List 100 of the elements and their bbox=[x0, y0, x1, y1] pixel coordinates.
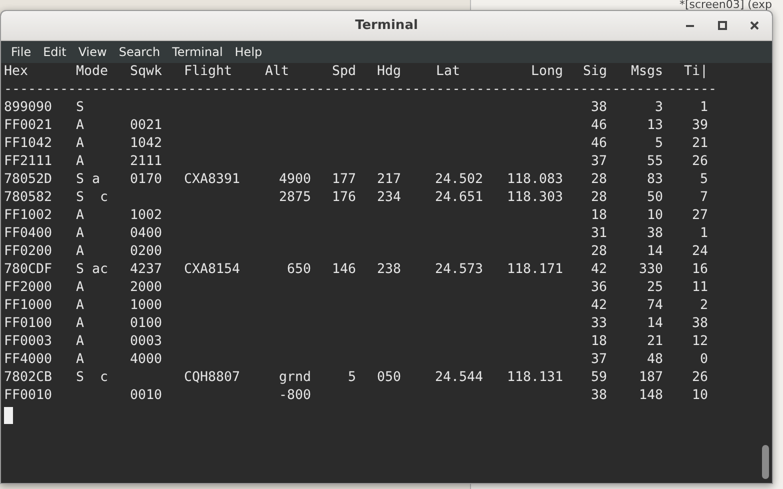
table-cell-text: S c bbox=[76, 369, 110, 387]
table-cell-text: 234 bbox=[376, 189, 401, 207]
menu-item[interactable]: Search bbox=[112, 45, 166, 59]
background-window-title: *[screen03] (exp bbox=[679, 0, 772, 10]
menu-item[interactable]: Terminal bbox=[166, 45, 229, 59]
column-header: Flight bbox=[184, 63, 234, 81]
menu-item[interactable]: View bbox=[72, 45, 113, 59]
table-cell-text: 238 bbox=[376, 261, 401, 279]
table-cell-text: A bbox=[76, 243, 86, 261]
table-cell-text: CXA8154 bbox=[184, 261, 242, 279]
table-cell-text: 0100 bbox=[130, 315, 164, 333]
table-cell-text: 42 bbox=[590, 297, 607, 315]
table-cell-text: 0010 bbox=[130, 387, 164, 405]
table-cell-text: 46 bbox=[590, 135, 607, 153]
table-cell-text: 050 bbox=[376, 369, 401, 387]
maximize-icon bbox=[718, 21, 726, 30]
scrollbar-thumb[interactable] bbox=[762, 445, 769, 479]
table-cell-text: 26 bbox=[690, 153, 708, 171]
table-cell-text: 24.544 bbox=[434, 369, 483, 387]
table-cell-text: 13 bbox=[646, 117, 663, 135]
table-cell-text: S c bbox=[76, 189, 110, 207]
column-header: Msgs bbox=[630, 63, 663, 81]
table-cell-text: 118.171 bbox=[506, 261, 563, 279]
table-cell-text: 55 bbox=[646, 153, 663, 171]
table-cell-text: 28 bbox=[590, 171, 607, 189]
table-cell-text: 118.303 bbox=[506, 189, 563, 207]
table-cell-text: 0400 bbox=[130, 225, 164, 243]
table-cell-text: FF1000 bbox=[4, 297, 54, 315]
table-cell-text: A bbox=[76, 297, 86, 315]
maximize-button[interactable] bbox=[716, 20, 728, 32]
table-cell-text: 26 bbox=[690, 369, 708, 387]
table-cell-text: FF0400 bbox=[4, 225, 54, 243]
table-cell-text: 1042 bbox=[130, 135, 164, 153]
table-cell-text: S ac bbox=[76, 261, 110, 279]
table-cell-text: 11 bbox=[690, 279, 708, 297]
table-cell-text: A bbox=[76, 333, 86, 351]
window-title: Terminal bbox=[355, 18, 418, 33]
table-cell-text: FF2111 bbox=[4, 153, 54, 171]
table-cell-text: 0003 bbox=[130, 333, 164, 351]
table-cell-text: 5 bbox=[654, 135, 663, 153]
close-button[interactable] bbox=[748, 20, 760, 32]
column-header: Hdg bbox=[376, 63, 401, 81]
table-cell-text: 18 bbox=[590, 333, 607, 351]
table-cell-text: 176 bbox=[330, 189, 356, 207]
column-header: Long bbox=[530, 63, 563, 81]
table-cell-text: FF0010 bbox=[4, 387, 54, 405]
table-cell-text: 3 bbox=[654, 99, 663, 117]
table-cell-text: FF4000 bbox=[4, 351, 54, 369]
table-cell-text: 7802CB bbox=[4, 369, 54, 387]
table-cell-text: 148 bbox=[638, 387, 663, 405]
menu-item[interactable]: File bbox=[5, 45, 38, 59]
table-cell-text: 4900 bbox=[278, 171, 311, 189]
table-cell-text: A bbox=[76, 207, 86, 225]
table-cell-text: 27 bbox=[690, 207, 708, 225]
table-cell-text: 31 bbox=[590, 225, 607, 243]
table-cell-text: 28 bbox=[590, 189, 607, 207]
table-cell-text: 330 bbox=[638, 261, 663, 279]
table-cell-text: 38 bbox=[590, 387, 607, 405]
table-cell-text: 1 bbox=[698, 225, 708, 243]
table-cell-text: 2 bbox=[698, 297, 708, 315]
table-cell-text: 21 bbox=[646, 333, 663, 351]
table-cell-text: 16 bbox=[690, 261, 708, 279]
table-cell-text: 217 bbox=[376, 171, 401, 189]
table-cell-text: 0200 bbox=[130, 243, 164, 261]
table-cell-text: 1000 bbox=[130, 297, 164, 315]
table-cell-text: 38 bbox=[646, 225, 663, 243]
table-cell-text: 36 bbox=[590, 279, 607, 297]
table-cell-text: CQH8807 bbox=[184, 369, 242, 387]
table-cell-text: FF0200 bbox=[4, 243, 54, 261]
table-cell-text: -800 bbox=[278, 387, 311, 405]
table-cell-text: FF0021 bbox=[4, 117, 54, 135]
table-cell-text: 33 bbox=[590, 315, 607, 333]
table-cell-text: A bbox=[76, 225, 86, 243]
table-cell-text: 5 bbox=[698, 171, 708, 189]
column-header: Hex bbox=[4, 63, 30, 81]
menu-item[interactable]: Help bbox=[228, 45, 268, 59]
dashed-separator: ----------------------------------------------------------------------------------------- bbox=[4, 81, 718, 99]
table-cell-text: 59 bbox=[590, 369, 607, 387]
table-cell-text: 24.573 bbox=[434, 261, 483, 279]
column-header: Lat bbox=[435, 63, 462, 81]
table-cell-text: S bbox=[76, 99, 86, 117]
table-cell-text: 187 bbox=[638, 369, 663, 387]
table-cell-text: 37 bbox=[590, 351, 607, 369]
table-cell-text: 14 bbox=[646, 243, 663, 261]
table-cell-text: CXA8391 bbox=[184, 171, 242, 189]
table-cell-text: 39 bbox=[690, 117, 708, 135]
table-cell-text: 78052D bbox=[4, 171, 54, 189]
menu-item[interactable]: Edit bbox=[37, 45, 72, 59]
table-cell-text: 14 bbox=[646, 315, 663, 333]
table-cell-text: 5 bbox=[346, 369, 356, 387]
column-header: Ti| bbox=[682, 63, 708, 81]
table-cell-text: 118.131 bbox=[506, 369, 563, 387]
table-cell-text: 650 bbox=[286, 261, 311, 279]
table-cell-text: 42 bbox=[590, 261, 607, 279]
table-cell-text: FF1002 bbox=[4, 207, 54, 225]
table-cell-text: 1 bbox=[698, 99, 708, 117]
table-cell-text: 0170 bbox=[130, 171, 164, 189]
table-cell-text: 28 bbox=[590, 243, 607, 261]
table-cell-text: 4000 bbox=[130, 351, 164, 369]
column-header: Sqwk bbox=[130, 63, 164, 81]
